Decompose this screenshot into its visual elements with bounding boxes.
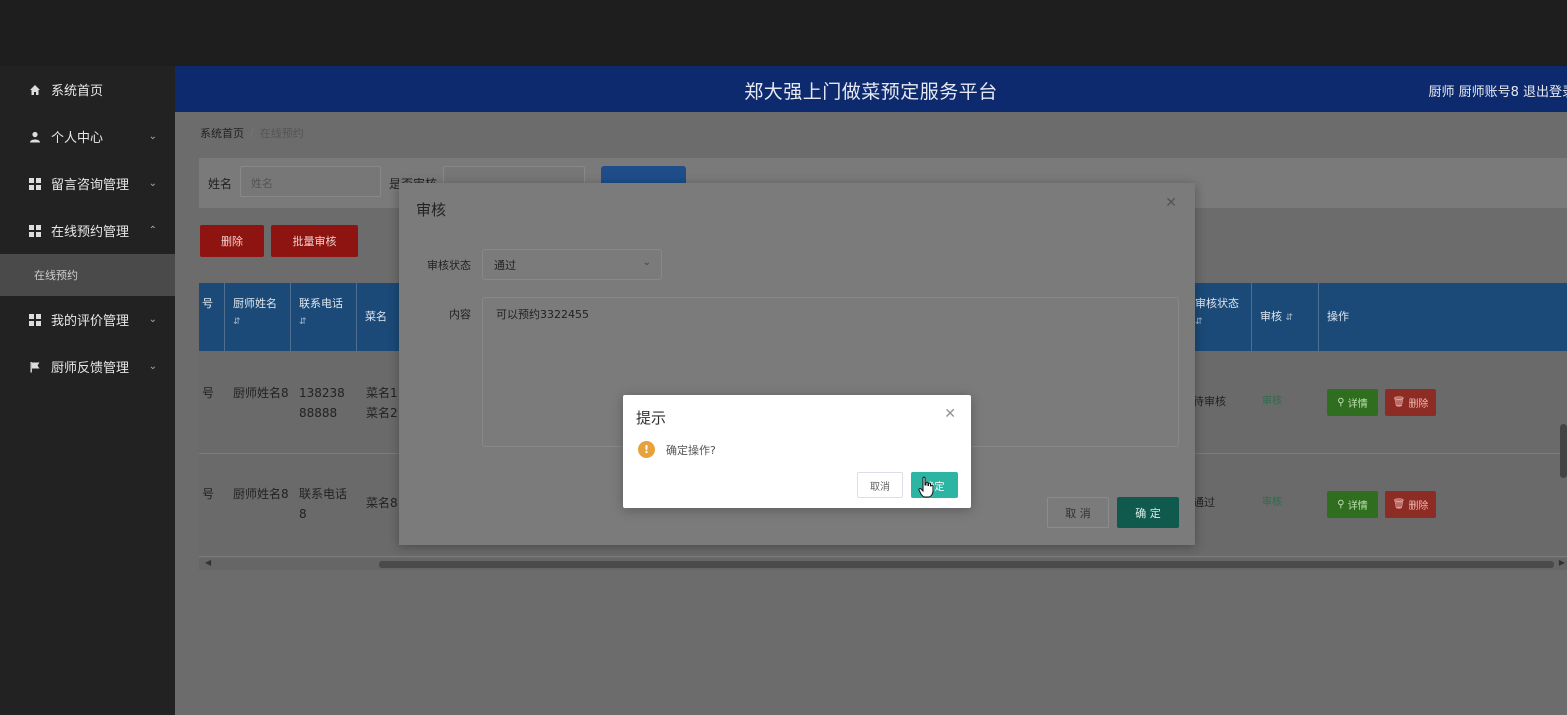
sidebar-item-label: 系统首页 [51,84,104,99]
sort-icon[interactable]: ⇵ [1195,317,1247,327]
sidebar: 系统首页 个人中心 ⌄ 留言咨询管理 ⌄ 在线预约管理 ⌃ 在线预约 我的评价管… [0,66,175,715]
header-audit[interactable]: 审核 ⇵ [1252,283,1319,351]
cell-status: 待审核 [1193,395,1226,408]
dialog-title: 审核 [416,201,447,219]
batch-audit-button[interactable]: 批量审核 [271,225,358,257]
sidebar-item-home[interactable]: 系统首页 [0,66,175,113]
chevron-down-icon: ⌄ [148,361,157,372]
chevron-down-icon: ⌄ [148,314,157,325]
sidebar-item-personal[interactable]: 个人中心 ⌄ [0,113,175,160]
audit-status-select[interactable]: 通过 ⌄ [482,249,662,280]
chevron-up-icon: ⌃ [148,225,157,236]
header-no[interactable]: 号 [199,283,225,351]
cell-dish: 菜名8 [366,496,398,510]
audit-status-label: 审核状态 [427,259,471,272]
cell-status: 通过 [1193,496,1215,509]
detail-button[interactable]: ⚲ 详情 [1327,491,1378,518]
vertical-scrollbar-thumb[interactable] [1560,424,1567,478]
trash-icon: 🗑 [1392,499,1409,510]
flag-icon [28,360,42,374]
sidebar-item-messages[interactable]: 留言咨询管理 ⌄ [0,160,175,207]
home-icon [28,83,42,97]
breadcrumb-separator: / [250,127,254,140]
breadcrumb: 系统首页 / 在线预约 [200,125,304,141]
confirm-title: 提示 [636,409,667,427]
sidebar-subitem-online-booking[interactable]: 在线预约 [0,254,175,296]
grid-icon [28,224,42,238]
detail-button[interactable]: ⚲ 详情 [1327,389,1378,416]
search-icon: ⚲ [1337,499,1348,510]
scrollbar-thumb[interactable] [379,561,1554,568]
scroll-left-icon[interactable]: ◀ [205,558,211,567]
user-icon [28,130,42,144]
cell-phone: 联系电话8 [299,487,348,521]
dialog-cancel-button[interactable]: 取 消 [1047,497,1109,528]
cell-no: 号 [202,386,215,400]
sort-icon[interactable]: ⇵ [233,317,282,327]
chevron-down-icon: ⌄ [148,178,157,189]
breadcrumb-current: 在线预约 [259,127,304,140]
chevron-down-icon: ⌄ [148,131,157,142]
header-audit-status[interactable]: 审核状态 ⇵ [1191,283,1252,351]
top-bar [0,0,1567,66]
sidebar-item-reviews[interactable]: 我的评价管理 ⌄ [0,296,175,343]
header-dish[interactable]: 菜名 [357,283,397,351]
audit-link[interactable]: 审核 [1262,392,1282,412]
sidebar-item-label: 厨师反馈管理 [51,361,130,376]
close-icon[interactable]: ✕ [1165,195,1177,211]
sidebar-item-reservations[interactable]: 在线预约管理 ⌃ [0,207,175,254]
sort-icon[interactable]: ⇵ [1286,313,1294,323]
delete-button[interactable]: 删除 [200,225,264,257]
dialog-ok-button[interactable]: 确 定 [1117,497,1179,528]
cell-no: 号 [202,487,215,501]
audit-link[interactable]: 审核 [1262,493,1282,513]
sidebar-item-label: 个人中心 [51,131,104,146]
search-icon: ⚲ [1337,397,1348,408]
grid-icon [28,313,42,327]
content-label: 内容 [449,308,471,321]
sidebar-item-label: 留言咨询管理 [51,178,130,193]
confirm-cancel-button[interactable]: 取消 [857,472,903,498]
name-search-input[interactable]: 姓名 [240,166,381,197]
trash-icon: 🗑 [1392,397,1409,408]
grid-icon [28,177,42,191]
warning-icon: ! [638,441,655,458]
user-info[interactable]: 厨师 厨师账号8 退出登录 [1428,81,1567,100]
close-icon[interactable]: ✕ [944,406,956,422]
cell-chef-name: 厨师姓名8 [233,487,289,501]
cell-dish: 菜名1菜名2菜 [366,386,398,420]
hand-cursor-icon [918,476,934,498]
cell-chef-name: 厨师姓名8 [233,386,289,400]
header-ops: 操作 [1327,310,1349,323]
scroll-right-icon[interactable]: ▶ [1559,558,1565,567]
confirm-message: 确定操作? [666,444,716,457]
header-chef-name[interactable]: 厨师姓名 ⇵ [225,283,291,351]
header-phone[interactable]: 联系电话 ⇵ [291,283,357,351]
sidebar-item-label: 在线预约管理 [51,225,130,240]
breadcrumb-home[interactable]: 系统首页 [200,127,244,140]
sidebar-item-feedback[interactable]: 厨师反馈管理 ⌄ [0,343,175,390]
horizontal-scrollbar[interactable]: ◀ ▶ [199,558,1567,570]
sidebar-item-label: 我的评价管理 [51,314,130,329]
audit-status-value: 通过 [494,259,516,272]
app-title: 郑大强上门做菜预定服务平台 [744,81,998,103]
page-header: 郑大强上门做菜预定服务平台 厨师 厨师账号8 退出登录 [175,66,1567,112]
chevron-down-icon: ⌄ [642,257,651,268]
row-delete-button[interactable]: 🗑 删除 [1385,491,1436,518]
name-label: 姓名 [208,177,233,191]
cell-phone: 13823888888 [299,386,345,420]
sort-icon[interactable]: ⇵ [299,317,348,327]
row-delete-button[interactable]: 🗑 删除 [1385,389,1436,416]
